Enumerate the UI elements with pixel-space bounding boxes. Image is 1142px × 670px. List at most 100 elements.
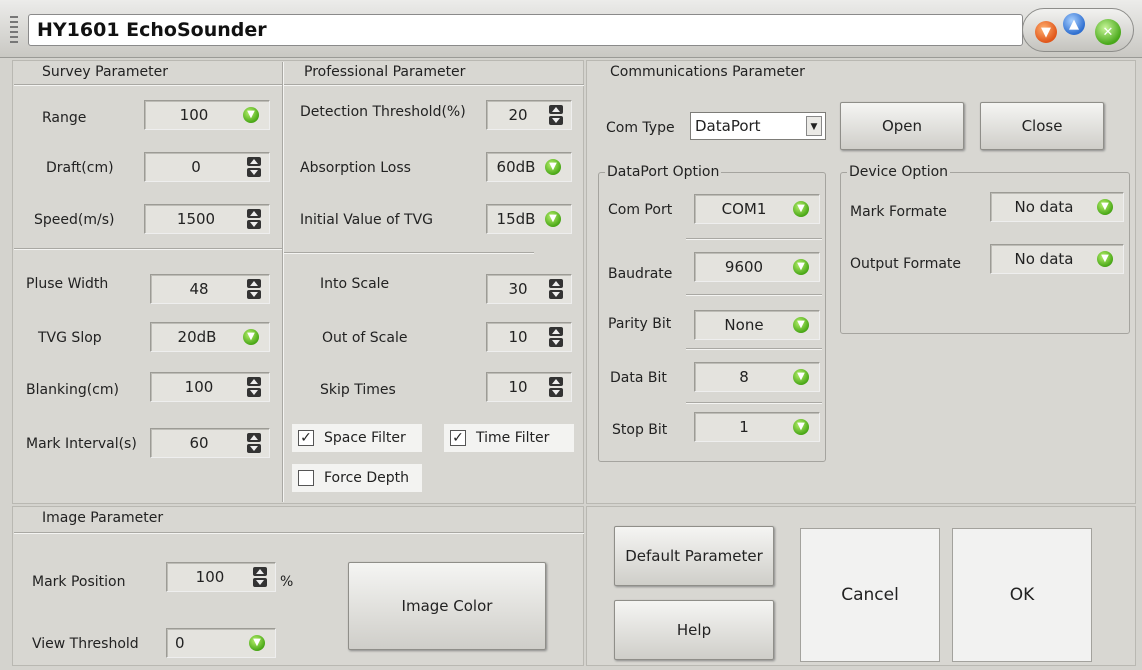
detection-threshold-value: 20 [508,106,528,124]
com-port-label: Com Port [608,202,673,218]
speed-field[interactable]: 1500 [144,204,270,234]
dropdown-icon[interactable]: ▼ [793,317,809,333]
pulse-width-field[interactable]: 48 [150,274,270,304]
image-color-button[interactable]: Image Color [348,562,546,650]
com-type-select[interactable]: DataPort ▼ [690,112,826,140]
baudrate-field[interactable]: 9600 ▼ [694,252,820,282]
divider [686,348,822,350]
data-bit-field[interactable]: 8 ▼ [694,362,820,392]
drag-grip-icon[interactable] [10,16,18,44]
view-threshold-field[interactable]: 0 ▼ [166,628,276,658]
dataport-option-title: DataPort Option [607,164,720,180]
spinner-icon[interactable] [253,567,267,587]
speed-label: Speed(m/s) [34,212,115,228]
divider [686,402,822,404]
divider [284,252,534,254]
dropdown-icon[interactable]: ▼ [1097,199,1113,215]
dropdown-icon[interactable]: ▼ [793,369,809,385]
window-title: HY1601 EchoSounder [28,14,1023,46]
view-threshold-label: View Threshold [32,636,139,652]
stop-bit-label: Stop Bit [612,422,668,438]
open-button[interactable]: Open [840,102,964,150]
window-controls: ▼ ▲ ✕ [1022,8,1134,52]
tvg-slop-field[interactable]: 20dB ▼ [150,322,270,352]
out-of-scale-field[interactable]: 10 [486,322,572,352]
dropdown-icon[interactable]: ▼ [1097,251,1113,267]
parity-bit-field[interactable]: None ▼ [694,310,820,340]
spinner-icon[interactable] [549,279,563,299]
blanking-value: 100 [184,378,214,396]
skip-times-field[interactable]: 10 [486,372,572,402]
skip-times-label: Skip Times [320,382,396,398]
spinner-icon[interactable] [549,327,563,347]
spinner-icon[interactable] [247,279,261,299]
output-formate-field[interactable]: No data ▼ [990,244,1124,274]
blanking-field[interactable]: 100 [150,372,270,402]
divider [14,532,584,534]
close-icon[interactable]: ✕ [1095,19,1121,45]
stop-bit-field[interactable]: 1 ▼ [694,412,820,442]
initial-tvg-field[interactable]: 15dB ▼ [486,204,572,234]
restore-icon[interactable]: ▲ [1063,13,1085,35]
speed-value: 1500 [176,210,216,228]
baudrate-label: Baudrate [608,266,673,282]
baudrate-value: 9600 [724,258,764,276]
mark-interval-field[interactable]: 60 [150,428,270,458]
range-field[interactable]: 100 ▼ [144,100,270,130]
dropdown-icon[interactable]: ▼ [793,259,809,275]
draft-value: 0 [191,158,201,176]
tvg-slop-label: TVG Slop [38,330,102,346]
spinner-icon[interactable] [549,105,563,125]
close-button[interactable]: Close [980,102,1104,150]
checkmark-icon: ✓ [450,430,466,446]
mark-formate-label: Mark Formate [850,204,947,220]
default-parameter-button[interactable]: Default Parameter [614,526,774,586]
divider [282,62,284,502]
divider [686,294,822,296]
spinner-icon[interactable] [549,377,563,397]
range-label: Range [42,110,87,126]
cancel-button[interactable]: Cancel [800,528,940,662]
dropdown-icon[interactable]: ▼ [793,201,809,217]
dropdown-icon[interactable]: ▼ [793,419,809,435]
chevron-down-icon[interactable]: ▼ [806,116,822,136]
space-filter-label: Space Filter [324,430,406,446]
spinner-icon[interactable] [247,433,261,453]
com-port-field[interactable]: COM1 ▼ [694,194,820,224]
dropdown-icon[interactable]: ▼ [243,329,259,345]
initial-tvg-label: Initial Value of TVG [300,212,434,228]
dropdown-icon[interactable]: ▼ [249,635,265,651]
absorption-loss-field[interactable]: 60dB ▼ [486,152,572,182]
draft-field[interactable]: 0 [144,152,270,182]
into-scale-value: 30 [508,280,528,298]
minimize-icon[interactable]: ▼ [1035,21,1057,43]
mark-interval-value: 60 [189,434,209,452]
mark-position-field[interactable]: 100 [166,562,276,592]
output-formate-label: Output Formate [850,256,962,272]
mark-formate-field[interactable]: No data ▼ [990,192,1124,222]
help-button[interactable]: Help [614,600,774,660]
absorption-loss-label: Absorption Loss [300,160,411,176]
dropdown-icon[interactable]: ▼ [545,211,561,227]
skip-times-value: 10 [508,378,528,396]
ok-button[interactable]: OK [952,528,1092,662]
pulse-width-value: 48 [189,280,209,298]
stop-bit-value: 1 [739,418,749,436]
into-scale-field[interactable]: 30 [486,274,572,304]
space-filter-checkbox[interactable]: ✓ Space Filter [292,424,422,452]
force-depth-checkbox[interactable]: Force Depth [292,464,422,492]
dropdown-icon[interactable]: ▼ [243,107,259,123]
divider [686,238,822,240]
divider [14,84,584,86]
dropdown-icon[interactable]: ▼ [545,159,561,175]
spinner-icon[interactable] [247,209,261,229]
time-filter-checkbox[interactable]: ✓ Time Filter [444,424,574,452]
spinner-icon[interactable] [247,157,261,177]
detection-threshold-field[interactable]: 20 [486,100,572,130]
spinner-icon[interactable] [247,377,261,397]
com-port-value: COM1 [721,200,767,218]
data-bit-label: Data Bit [610,370,667,386]
absorption-loss-value: 60dB [496,158,536,176]
range-value: 100 [179,106,209,124]
blanking-label: Blanking(cm) [26,382,119,398]
